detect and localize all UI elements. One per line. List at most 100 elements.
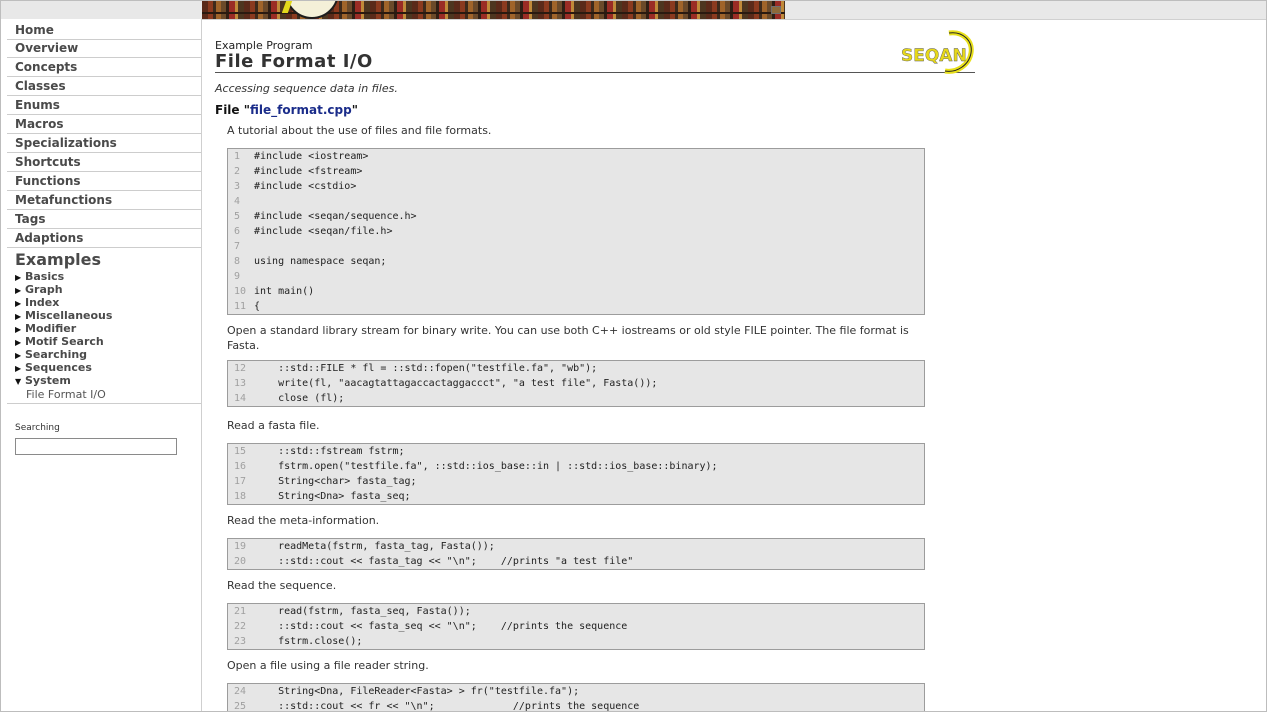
line-number: 15: [234, 446, 247, 457]
code-text: write(fl, "aacagtattagaccactaggaccct", "…: [254, 378, 658, 389]
sidebar-item-metafunctions[interactable]: Metafunctions: [7, 191, 201, 210]
line-number: 8: [234, 256, 241, 267]
code-line: 6 #include <seqan/file.h>: [228, 224, 924, 239]
line-number: 5: [234, 211, 241, 222]
collapsed-triangle-icon[interactable]: ▶: [15, 286, 25, 295]
section-text: Open a standard library stream for binar…: [227, 324, 909, 352]
sidebar-item-label: Functions: [15, 174, 81, 188]
collapsed-triangle-icon[interactable]: ▶: [15, 351, 25, 360]
file-link[interactable]: file_format.cpp: [250, 103, 352, 117]
code-text: read(fstrm, fasta_seq, Fasta());: [254, 606, 471, 617]
examples-item-system[interactable]: ▼ System: [15, 374, 71, 387]
sidebar-item-label: Specializations: [15, 136, 117, 150]
code-line: 18 String<Dna> fasta_seq;: [228, 489, 924, 504]
search-label: Searching: [15, 423, 60, 433]
examples-item-label: Modifier: [25, 322, 77, 335]
code-text: ::std::fstream fstrm;: [254, 446, 405, 457]
sidebar-item-overview[interactable]: Overview: [7, 39, 201, 58]
code-line: 5 #include <seqan/sequence.h>: [228, 209, 924, 224]
sidebar-item-classes[interactable]: Classes: [7, 77, 201, 96]
collapsed-triangle-icon[interactable]: ▶: [15, 312, 25, 321]
line-number: 18: [234, 491, 247, 502]
code-text: fstrm.open("testfile.fa", ::std::ios_bas…: [254, 461, 718, 472]
line-number: 7: [234, 241, 241, 252]
search-input[interactable]: [15, 438, 177, 455]
sidebar-item-label: Home: [15, 23, 54, 37]
examples-item-graph[interactable]: ▶ Graph: [15, 283, 63, 296]
collapsed-triangle-icon[interactable]: ▶: [15, 273, 25, 282]
code-line: 2 #include <fstream>: [228, 164, 924, 179]
code-text: #include <cstdio>: [254, 181, 357, 192]
code-text: ::std::cout << fasta_seq << "\n"; //prin…: [254, 621, 628, 632]
examples-item-file-format-io[interactable]: File Format I/O: [26, 388, 106, 401]
header-banner: [202, 1, 785, 19]
code-line: 15 ::std::fstream fstrm;: [228, 444, 924, 459]
line-number: 9: [234, 271, 241, 282]
sidebar-item-label: Metafunctions: [15, 193, 113, 207]
expanded-triangle-icon[interactable]: ▼: [15, 377, 25, 386]
sidebar-item-tags[interactable]: Tags: [7, 210, 201, 229]
sidebar-item-enums[interactable]: Enums: [7, 96, 201, 115]
code-line: 16 fstrm.open("testfile.fa", ::std::ios_…: [228, 459, 924, 474]
code-line: 4: [228, 194, 924, 209]
examples-item-searching[interactable]: ▶ Searching: [15, 348, 87, 361]
page-title: File Format I/O: [215, 51, 373, 72]
file-suffix: ": [351, 103, 358, 117]
code-text: String<Dna, FileReader<Fasta> > fr("test…: [254, 686, 580, 697]
line-number: 4: [234, 196, 241, 207]
sidebar-item-home[interactable]: Home: [7, 21, 201, 40]
examples-item-sequences[interactable]: ▶ Sequences: [15, 361, 92, 374]
section-text: Open a file using a file reader string.: [227, 659, 429, 672]
line-number: 19: [234, 541, 247, 552]
examples-item-miscellaneous[interactable]: ▶ Miscellaneous: [15, 309, 112, 322]
code-line: 21 read(fstrm, fasta_seq, Fasta());: [228, 604, 924, 619]
code-text: ::std::cout << fasta_tag << "\n"; //prin…: [254, 556, 634, 567]
line-number: 2: [234, 166, 241, 177]
examples-item-label: Graph: [25, 283, 63, 296]
sidebar-item-adaptions[interactable]: Adaptions: [7, 229, 201, 248]
examples-item-basics[interactable]: ▶ Basics: [15, 270, 64, 283]
examples-item-label: Searching: [25, 348, 88, 361]
code-text: #include <seqan/sequence.h>: [254, 211, 417, 222]
title-divider: [215, 72, 975, 73]
code-text: #include <seqan/file.h>: [254, 226, 393, 237]
sidebar-item-functions[interactable]: Functions: [7, 172, 201, 191]
code-line: 23 fstrm.close();: [228, 634, 924, 649]
code-line: 22 ::std::cout << fasta_seq << "\n"; //p…: [228, 619, 924, 634]
examples-item-modifier[interactable]: ▶ Modifier: [15, 322, 76, 335]
examples-item-label: Miscellaneous: [25, 309, 113, 322]
line-number: 11: [234, 301, 247, 312]
code-block: 24 String<Dna, FileReader<Fasta> > fr("t…: [227, 683, 925, 712]
code-text: fstrm.close();: [254, 636, 363, 647]
sidebar-item-label: Tags: [15, 212, 46, 226]
banner-logo-icon: [285, 1, 339, 19]
code-text: String<char> fasta_tag;: [254, 476, 417, 487]
sidebar-item-shortcuts[interactable]: Shortcuts: [7, 153, 201, 172]
collapsed-triangle-icon[interactable]: ▶: [15, 338, 25, 347]
examples-item-label: Motif Search: [25, 335, 104, 348]
code-line: 9: [228, 269, 924, 284]
seqan-logo-text: SEQAN: [901, 46, 967, 66]
collapsed-triangle-icon[interactable]: ▶: [15, 325, 25, 334]
line-number: 16: [234, 461, 247, 472]
sidebar-item-label: Enums: [15, 98, 60, 112]
line-number: 6: [234, 226, 241, 237]
browser-page: Home Overview Concepts Classes Enums Macros Sp…: [0, 0, 1267, 712]
examples-item-index[interactable]: ▶ Index: [15, 296, 59, 309]
sidebar-item-concepts[interactable]: Concepts: [7, 58, 201, 77]
sidebar-item-macros[interactable]: Macros: [7, 115, 201, 134]
code-line: 24 String<Dna, FileReader<Fasta> > fr("t…: [228, 684, 924, 699]
code-line: 19 readMeta(fstrm, fasta_tag, Fasta());: [228, 539, 924, 554]
line-number: 25: [234, 701, 247, 712]
code-text: close (fl);: [254, 393, 345, 404]
examples-item-motif-search[interactable]: ▶ Motif Search: [15, 335, 104, 348]
sidebar-item-specializations[interactable]: Specializations: [7, 134, 201, 153]
section-text: A tutorial about the use of files and fi…: [227, 124, 492, 137]
collapsed-triangle-icon[interactable]: ▶: [15, 364, 25, 373]
section-text: Read a fasta file.: [227, 419, 320, 432]
code-block: 19 readMeta(fstrm, fasta_tag, Fasta()); 2…: [227, 538, 925, 570]
code-text: {: [254, 301, 261, 312]
examples-heading: Examples: [15, 250, 102, 269]
collapsed-triangle-icon[interactable]: ▶: [15, 299, 25, 308]
code-line: 3 #include <cstdio>: [228, 179, 924, 194]
